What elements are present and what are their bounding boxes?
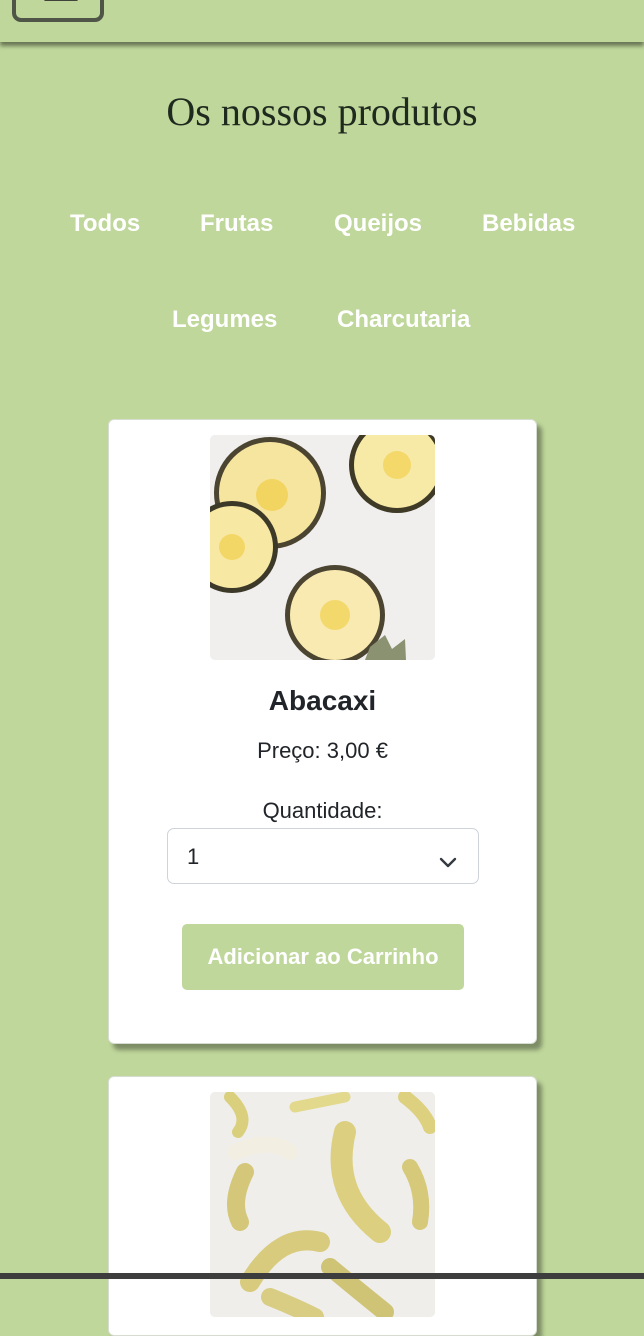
add-to-cart-button[interactable]: Adicionar ao Carrinho [182,924,464,990]
bananas-image [210,1092,435,1317]
filter-queijos[interactable]: Queijos [334,210,422,238]
filter-bebidas[interactable]: Bebidas [482,210,575,238]
chevron-down-icon [439,849,457,875]
filter-charcutaria[interactable]: Charcutaria [337,306,470,334]
product-card [108,1076,537,1336]
quantity-label: Quantidade: [262,798,383,823]
hamburger-icon [44,0,78,1]
filter-todos[interactable]: Todos [70,210,140,238]
page-title: Os nossos produtos [166,89,478,134]
navbar [0,0,644,42]
filter-frutas[interactable]: Frutas [200,210,273,238]
product-price: Preço: 3,00 € [257,738,388,763]
product-card: Abacaxi Preço: 3,00 € Quantidade: 1 Adic… [108,419,537,1044]
bottom-edge [0,1273,644,1279]
product-name: Abacaxi [268,685,377,716]
quantity-value: 1 [187,844,200,869]
quantity-select[interactable]: 1 [167,828,479,884]
pineapple-slices-image [210,435,435,660]
menu-toggle-button[interactable] [12,0,104,22]
filter-legumes[interactable]: Legumes [172,306,277,334]
